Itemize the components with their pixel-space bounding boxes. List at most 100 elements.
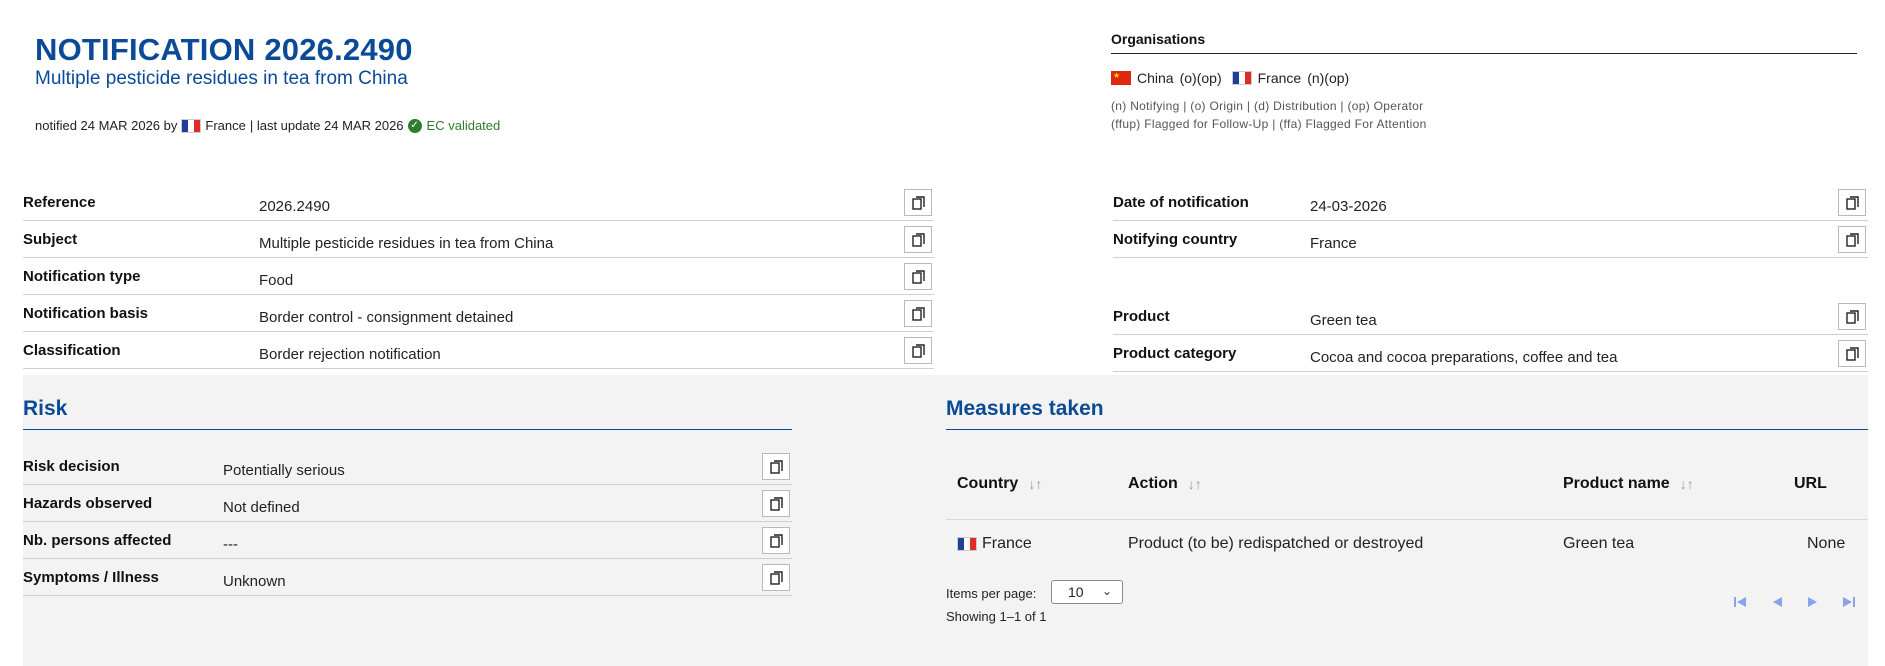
copy-button[interactable] — [762, 564, 790, 591]
last-page-button[interactable] — [1840, 593, 1858, 611]
copy-button[interactable] — [762, 453, 790, 480]
risk-row-persons-affected: Nb. persons affected --- — [23, 523, 792, 559]
field-label: Date of notification — [1113, 194, 1249, 211]
field-row-subject: Subject Multiple pesticide residues in t… — [23, 222, 934, 258]
measures-divider — [946, 429, 1868, 430]
items-per-page-select[interactable]: 10 ⌄ — [1051, 580, 1123, 604]
copy-button[interactable] — [762, 490, 790, 517]
copy-button[interactable] — [762, 527, 790, 554]
meta-last-update: | last update 24 MAR 2026 — [249, 118, 404, 133]
risk-row-risk-decision: Risk decision Potentially serious — [23, 449, 792, 485]
first-page-icon — [1734, 597, 1746, 607]
copy-icon — [1845, 346, 1859, 361]
org-france-name: France — [1257, 70, 1302, 86]
organisations-divider — [1111, 53, 1857, 54]
table-header-divider — [946, 519, 1868, 520]
column-header-url: URL — [1794, 475, 1827, 493]
field-label: Risk decision — [23, 458, 120, 475]
org-china-name: China — [1137, 70, 1174, 86]
copy-icon — [911, 232, 925, 247]
field-value: Green tea — [1310, 312, 1377, 329]
copy-icon — [1845, 309, 1859, 324]
field-row-notification-type: Notification type Food — [23, 259, 934, 295]
column-header-action[interactable]: Action ↓↑ — [1128, 475, 1202, 493]
france-flag-icon — [1231, 71, 1252, 85]
copy-button[interactable] — [1838, 226, 1866, 253]
copy-button[interactable] — [1838, 303, 1866, 330]
field-value: Food — [259, 272, 294, 289]
copy-icon — [769, 533, 783, 548]
meta-country: France — [205, 118, 246, 133]
field-row-notifying-country: Notifying country France — [1113, 222, 1868, 258]
risk-row-symptoms-illness: Symptoms / Illness Unknown — [23, 560, 792, 596]
next-page-icon — [1808, 597, 1817, 607]
field-value: Not defined — [223, 499, 300, 516]
field-value: Multiple pesticide residues in tea from … — [259, 235, 554, 252]
first-page-button[interactable] — [1731, 593, 1749, 611]
risk-section-title: Risk — [23, 397, 68, 420]
role-legend-line-2: (ffup) Flagged for Follow-Up | (ffa) Fla… — [1111, 117, 1427, 131]
meta-notified-text: notified 24 MAR 2026 by — [35, 118, 178, 133]
field-label: Classification — [23, 342, 121, 359]
check-circle-icon: ✓ — [407, 118, 422, 133]
france-flag-icon — [181, 118, 202, 133]
field-label: Product category — [1113, 345, 1237, 362]
copy-icon — [769, 496, 783, 511]
column-header-country[interactable]: Country ↓↑ — [957, 475, 1042, 493]
field-value: 2026.2490 — [259, 198, 330, 215]
table-cell-url: None — [1807, 535, 1846, 552]
role-legend-line-1: (n) Notifying | (o) Origin | (d) Distrib… — [1111, 99, 1424, 113]
field-row-notification-basis: Notification basis Border control - cons… — [23, 296, 934, 332]
field-label: Reference — [23, 194, 96, 211]
column-header-label: Product name — [1563, 475, 1670, 492]
copy-icon — [911, 269, 925, 284]
field-row-reference: Reference 2026.2490 — [23, 185, 934, 221]
copy-button[interactable] — [904, 226, 932, 253]
copy-button[interactable] — [904, 189, 932, 216]
measures-section-title: Measures taken — [946, 397, 1104, 420]
copy-icon — [769, 570, 783, 585]
items-per-page-label: Items per page: — [946, 586, 1037, 601]
next-page-button[interactable] — [1804, 593, 1822, 611]
copy-icon — [1845, 195, 1859, 210]
column-header-product-name[interactable]: Product name ↓↑ — [1563, 475, 1694, 493]
sort-icon: ↓↑ — [1028, 476, 1043, 492]
previous-page-icon — [1773, 597, 1782, 607]
field-value: France — [1310, 235, 1357, 252]
field-label: Notification basis — [23, 305, 149, 322]
sort-icon: ↓↑ — [1679, 476, 1694, 492]
copy-icon — [769, 459, 783, 474]
column-header-label: Action — [1128, 475, 1178, 492]
previous-page-button[interactable] — [1768, 593, 1786, 611]
table-cell-action: Product (to be) redispatched or destroye… — [1128, 535, 1424, 552]
field-row-date-of-notification: Date of notification 24-03-2026 — [1113, 185, 1868, 221]
field-value: 24-03-2026 — [1310, 198, 1387, 215]
field-label: Subject — [23, 231, 78, 248]
field-value: --- — [223, 536, 238, 553]
field-value: Border control - consignment detained — [259, 309, 514, 326]
validated-label: EC validated — [426, 118, 501, 133]
chevron-down-icon: ⌄ — [1101, 584, 1112, 598]
field-value: Potentially serious — [223, 462, 345, 479]
copy-button[interactable] — [904, 337, 932, 364]
field-label: Nb. persons affected — [23, 532, 172, 549]
table-cell-country: France — [957, 535, 1032, 553]
copy-icon — [911, 195, 925, 210]
copy-button[interactable] — [1838, 189, 1866, 216]
org-china-roles: (o)(op) — [1179, 70, 1222, 86]
copy-icon — [911, 306, 925, 321]
org-france-roles: (n)(op) — [1307, 70, 1350, 86]
sort-icon: ↓↑ — [1187, 476, 1202, 492]
copy-button[interactable] — [904, 300, 932, 327]
field-row-product-category: Product category Cocoa and cocoa prepara… — [1113, 336, 1868, 372]
range-label: Showing 1–1 of 1 — [946, 609, 1047, 624]
field-value: Border rejection notification — [259, 346, 441, 363]
organisations-title: Organisations — [1111, 31, 1206, 47]
field-label: Symptoms / Illness — [23, 569, 159, 586]
field-value: Cocoa and cocoa preparations, coffee and… — [1310, 349, 1618, 366]
copy-button[interactable] — [1838, 340, 1866, 367]
notification-meta: notified 24 MAR 2026 by France | last up… — [35, 118, 500, 133]
copy-button[interactable] — [904, 263, 932, 290]
field-value: Unknown — [223, 573, 286, 590]
organisations-list: China (o)(op) France (n)(op) — [1111, 70, 1349, 86]
